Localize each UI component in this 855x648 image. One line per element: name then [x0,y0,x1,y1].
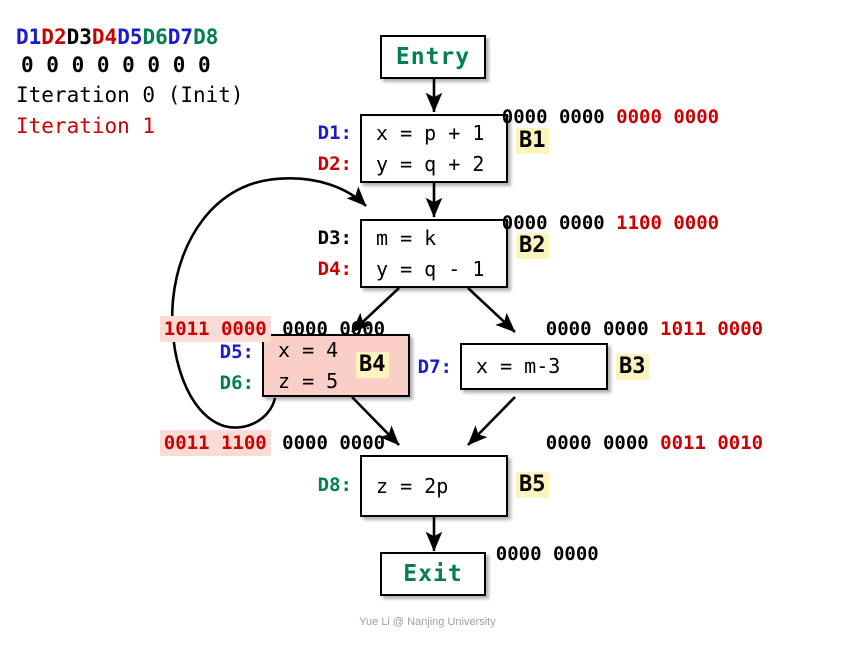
legend-def-d1: D1 [16,25,42,49]
annotation-b2-out-left-red: 1011 0000 [159,316,271,342]
node-b4-stmt-1: z = 5 [278,368,339,393]
annotation-b2-out-left-black: 0000 0000 [282,318,386,340]
stmt-id-d8: D8: [317,474,352,496]
stmt-id-d7: D7: [417,356,452,378]
annotation-b2-out-right-black: 0000 0000 [545,318,649,340]
legend-def-d7: D7 [167,25,194,49]
legend-definition-row: D1D2D3D4D5D6D7D8 [16,24,244,50]
annotation-b5-out-black: 0000 0000 [495,543,599,565]
stmt-id-d1: D1: [317,122,352,144]
annotation-b4-out-black: 0000 0000 [282,432,386,454]
annotation-b1-out-black: 0000 0000 [501,212,605,234]
legend-def-d2: D2 [41,25,67,49]
legend-iteration-1: Iteration 1 [16,114,156,138]
annotation-b2-out-left: 1011 0000 0000 0000 [114,296,385,362]
legend-bitvector: 0 0 0 0 0 0 0 0 [21,53,211,77]
annotation-b2-out-right-red: 1011 0000 [660,318,764,340]
legend: D1D2D3D4D5D6D7D8 0 0 0 0 0 0 0 0 Iterati… [16,24,244,142]
legend-def-d6: D6 [142,25,168,49]
annotation-entry-out-black: 0000 0000 [501,106,605,128]
legend-iteration-0: Iteration 0 (Init) [16,83,244,107]
stmt-id-d2: D2: [317,153,352,175]
legend-def-d4: D4 [91,25,118,49]
legend-def-d8: D8 [193,25,219,49]
annotation-b1-out: 0000 0000 1100 0000 [456,190,719,256]
node-entry[interactable]: Entry [380,35,486,79]
stmt-id-d4: D4: [317,258,352,280]
annotation-b4-out-red: 0011 1100 [159,430,271,456]
node-b1-stmt-1: y = q + 2 [376,151,485,176]
annotation-b2-out-right: 0000 0000 1011 0000 [500,296,763,362]
footer-credit: Yue Li @ Nanjing University [359,616,496,628]
annotation-b5-out: 0000 0000 [450,521,599,587]
annotation-b3-out-red: 0011 0010 [660,432,764,454]
annotation-b1-out-red: 1100 0000 [616,212,720,234]
annotation-entry-out: 0000 0000 0000 0000 [456,84,719,150]
annotation-b3-out-black: 0000 0000 [545,432,649,454]
annotation-entry-out-red: 0000 0000 [616,106,720,128]
annotation-b4-out: 0011 1100 0000 0000 [114,410,385,476]
cfg-diagram-canvas: D1D2D3D4D5D6D7D8 0 0 0 0 0 0 0 0 Iterati… [0,0,855,648]
legend-def-d3: D3 [66,25,92,49]
node-entry-label: Entry [395,44,471,70]
stmt-id-d3: D3: [317,227,352,249]
node-b2-stmt-1: y = q - 1 [376,256,485,281]
legend-def-d5: D5 [117,25,143,49]
annotation-b3-out: 0000 0000 0011 0010 [500,410,763,476]
stmt-id-d6: D6: [219,372,254,394]
node-b5-stmt-0: z = 2p [376,473,449,498]
